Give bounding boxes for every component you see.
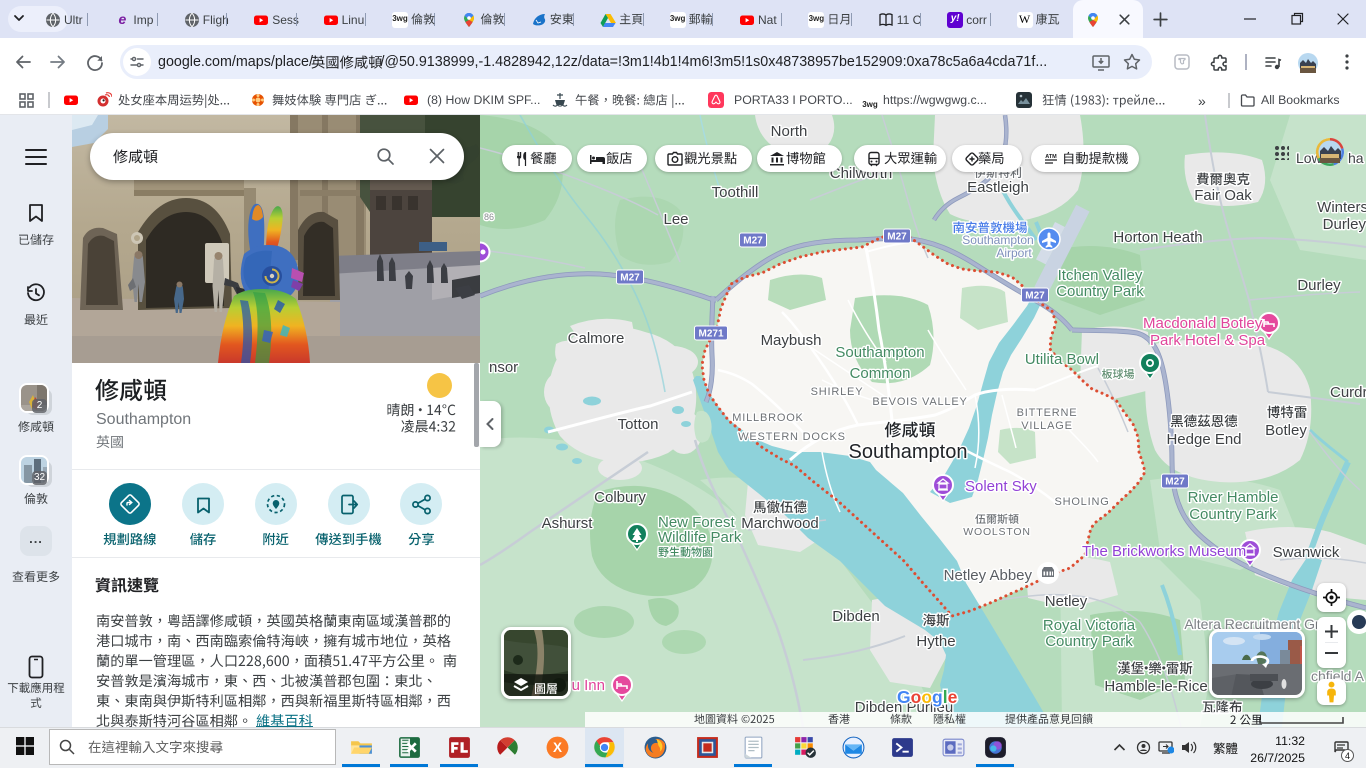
- svg-text:BEVOIS VALLEY: BEVOIS VALLEY: [872, 396, 967, 408]
- svg-text:SHOLING: SHOLING: [1054, 496, 1109, 508]
- svg-text:SHIRLEY: SHIRLEY: [811, 386, 864, 398]
- svg-text:Hedge End: Hedge End: [1166, 431, 1241, 448]
- svg-text:Southampton: Southampton: [849, 441, 968, 463]
- svg-text:Wildlife Park: Wildlife Park: [658, 529, 742, 546]
- svg-text:86: 86: [484, 212, 494, 222]
- svg-text:Horton Heath: Horton Heath: [1113, 229, 1202, 246]
- svg-text:North: North: [771, 123, 808, 140]
- svg-text:Utilita Bowl: Utilita Bowl: [1025, 351, 1099, 368]
- svg-text:Southampton: Southampton: [835, 344, 924, 361]
- svg-text:WOOLSTON: WOOLSTON: [963, 526, 1030, 538]
- svg-text:Country Park: Country Park: [1189, 506, 1277, 523]
- svg-text:Durley: Durley: [1297, 277, 1341, 294]
- svg-text:Netley Abbey: Netley Abbey: [944, 567, 1033, 584]
- svg-text:Ashurst: Ashurst: [542, 515, 594, 532]
- svg-text:Hamble-le-Rice: Hamble-le-Rice: [1104, 678, 1207, 695]
- svg-text:Park Hotel & Spa: Park Hotel & Spa: [1150, 332, 1266, 349]
- svg-text:Botley: Botley: [1265, 422, 1307, 439]
- svg-text:nsor: nsor: [489, 359, 518, 376]
- svg-text:Totton: Totton: [618, 416, 659, 433]
- svg-text:M27: M27: [620, 273, 640, 284]
- svg-text:Dibden: Dibden: [832, 608, 880, 625]
- svg-text:Lee: Lee: [663, 211, 688, 228]
- svg-text:MILLBROOK: MILLBROOK: [732, 412, 803, 424]
- svg-text:Toothill: Toothill: [712, 184, 759, 201]
- svg-text:Solent Sky: Solent Sky: [965, 478, 1037, 495]
- svg-text:Country Park: Country Park: [1045, 633, 1133, 650]
- svg-text:M27: M27: [1025, 291, 1045, 302]
- svg-text:ha: ha: [1348, 150, 1364, 166]
- svg-text:Eastleigh: Eastleigh: [967, 179, 1029, 196]
- svg-text:u Inn: u Inn: [572, 677, 605, 694]
- svg-text:Itchen Valley: Itchen Valley: [1058, 267, 1143, 284]
- svg-text:M: M: [775, 152, 779, 157]
- svg-text:BITTERNE: BITTERNE: [1017, 407, 1078, 419]
- svg-text:Marchwood: Marchwood: [741, 515, 819, 532]
- svg-text:WESTERN DOCKS: WESTERN DOCKS: [738, 431, 846, 443]
- svg-text:Fair Oak: Fair Oak: [1194, 187, 1252, 204]
- svg-text:Macdonald Botley: Macdonald Botley: [1143, 315, 1263, 332]
- svg-text:Durley: Durley: [1323, 216, 1366, 233]
- svg-text:Hythe: Hythe: [916, 633, 955, 650]
- svg-text:Royal Victoria: Royal Victoria: [1043, 617, 1136, 634]
- svg-text:Netley: Netley: [1045, 593, 1088, 610]
- svg-text:The Brickworks Museum: The Brickworks Museum: [1082, 543, 1246, 560]
- svg-text:River Hamble: River Hamble: [1188, 489, 1279, 506]
- svg-text:M27: M27: [743, 236, 763, 247]
- svg-text:Maybush: Maybush: [761, 332, 822, 349]
- svg-text:M271: M271: [698, 329, 723, 340]
- svg-text:M27: M27: [887, 232, 907, 243]
- svg-text:Common: Common: [850, 365, 911, 382]
- svg-text:VILLAGE: VILLAGE: [1021, 420, 1072, 432]
- svg-text:Google: Google: [897, 687, 958, 707]
- svg-text:X: X: [552, 740, 561, 755]
- svg-text:Swanwick: Swanwick: [1273, 544, 1340, 561]
- svg-text:ATM: ATM: [1045, 154, 1057, 160]
- svg-text:Curdri: Curdri: [1330, 384, 1366, 401]
- svg-text:Airport: Airport: [996, 246, 1032, 260]
- svg-text:Southampton: Southampton: [962, 233, 1033, 247]
- svg-text:Colbury: Colbury: [594, 489, 646, 506]
- svg-text:Winters: Winters: [1317, 199, 1366, 216]
- svg-text:Country Park: Country Park: [1056, 283, 1144, 300]
- svg-text:M27: M27: [1165, 477, 1185, 488]
- svg-text:Calmore: Calmore: [568, 330, 625, 347]
